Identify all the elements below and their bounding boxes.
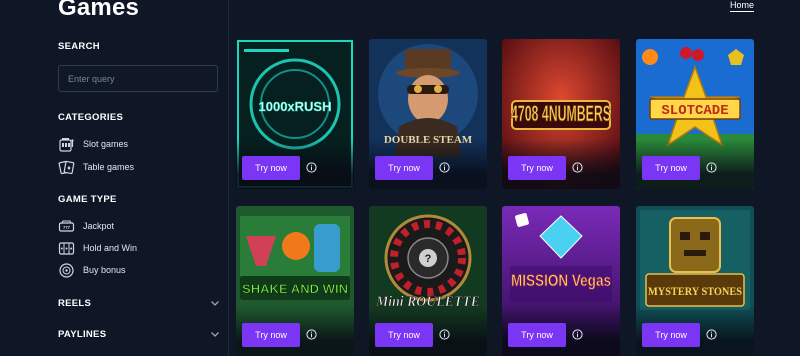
try-now-button[interactable]: Try now <box>242 323 300 347</box>
svg-text:?: ? <box>425 253 432 265</box>
info-icon[interactable] <box>306 162 317 173</box>
sidebar-item-label: Table games <box>83 162 135 172</box>
info-icon[interactable] <box>306 329 317 340</box>
try-now-button[interactable]: Try now <box>508 323 566 347</box>
game-logo-text: SHAKE AND WIN <box>242 282 348 296</box>
paylines-filter-label: PAYLINES <box>58 328 107 340</box>
page-title: Games <box>58 0 140 21</box>
search-input[interactable] <box>59 66 208 91</box>
game-card-double-steam[interactable]: DOUBLE STEAM Try now <box>369 39 487 189</box>
home-link[interactable]: Home <box>730 0 755 12</box>
sidebar-item-label: Buy bonus <box>83 265 126 275</box>
sidebar-item-label: Slot games <box>83 139 129 149</box>
try-now-button[interactable]: Try now <box>508 156 566 180</box>
info-icon[interactable] <box>439 162 450 173</box>
game-card-mission-vegas[interactable]: MISSION Vegas Try now <box>502 206 620 356</box>
try-now-button[interactable]: Try now <box>242 156 300 180</box>
categories-heading: CATEGORIES <box>58 112 124 123</box>
try-now-button[interactable]: Try now <box>642 156 700 180</box>
game-card-slotcade[interactable]: SLOTCADE Try now <box>636 39 754 189</box>
playing-cards-icon <box>58 160 75 174</box>
reels-icon <box>58 241 75 255</box>
sidebar-item-jackpot[interactable]: 777 Jackpot <box>58 217 114 235</box>
reels-filter-label: REELS <box>58 297 92 309</box>
jackpot-icon: 777 <box>58 220 75 232</box>
game-card-1000x-rush[interactable]: 1000xRUSH Try now <box>236 39 354 189</box>
game-type-heading: GAME TYPE <box>58 194 117 205</box>
sidebar-item-buy-bonus[interactable]: Buy bonus <box>58 261 126 279</box>
coin-icon <box>59 262 74 278</box>
game-logo-text: 1000xRUSH <box>259 99 332 114</box>
info-icon[interactable] <box>706 329 717 340</box>
sidebar-item-label: Hold and Win <box>83 243 138 253</box>
info-icon[interactable] <box>706 162 717 173</box>
search-box[interactable] <box>58 65 218 92</box>
info-icon[interactable] <box>572 329 583 340</box>
try-now-button[interactable]: Try now <box>375 156 433 180</box>
search-heading: SEARCH <box>58 41 100 52</box>
sidebar-item-label: Jackpot <box>83 221 115 231</box>
game-card-mini-roulette[interactable]: ? Mini ROULETTE Try now <box>369 206 487 356</box>
sidebar-item-hold-and-win[interactable]: Hold and Win <box>58 239 137 257</box>
sidebar-divider <box>228 0 229 356</box>
game-card-mystery-stones[interactable]: MYSTERY STONES Try now <box>636 206 754 356</box>
game-card-shake-and-win[interactable]: SHAKE AND WIN Try now <box>236 206 354 356</box>
chevron-down-icon <box>211 301 219 306</box>
info-icon[interactable] <box>572 162 583 173</box>
try-now-button[interactable]: Try now <box>642 323 700 347</box>
svg-text:777: 777 <box>63 225 71 230</box>
game-logo-text: MISSION Vegas <box>511 271 611 290</box>
game-logo-text: 4708 4NUMBERS <box>511 101 611 126</box>
info-icon[interactable] <box>439 329 450 340</box>
chevron-down-icon <box>211 332 219 337</box>
game-logo-text: SLOTCADE <box>661 103 728 119</box>
try-now-button[interactable]: Try now <box>375 323 433 347</box>
paylines-filter-toggle[interactable]: PAYLINES <box>58 327 220 341</box>
game-logo-text: MYSTERY STONES <box>648 284 742 298</box>
sidebar-item-table-games[interactable]: Table games <box>58 158 134 176</box>
game-card-4708-4numbers[interactable]: 4708 4NUMBERS Try now <box>502 39 620 189</box>
slot-machine-icon <box>59 137 74 152</box>
sidebar-item-slot-games[interactable]: Slot games <box>58 135 128 153</box>
reels-filter-toggle[interactable]: REELS <box>58 296 220 310</box>
